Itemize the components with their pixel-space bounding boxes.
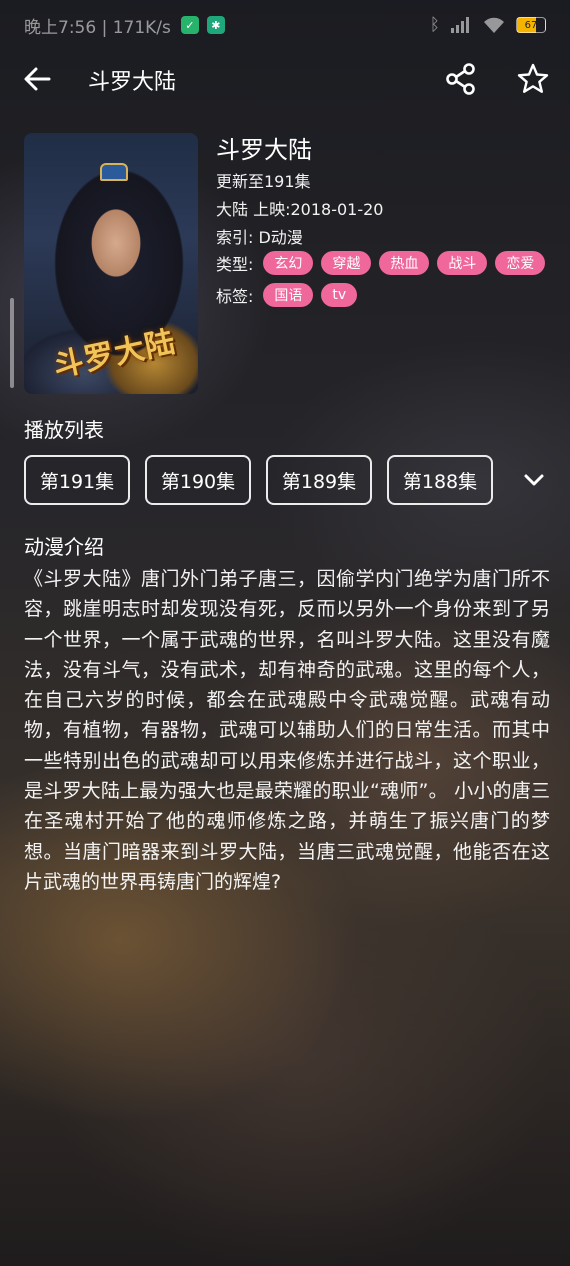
index-label: 索引: D动漫: [216, 228, 303, 247]
episode-button[interactable]: 第188集: [387, 455, 493, 505]
signal-icon: [451, 17, 469, 33]
playlist-title: 播放列表: [24, 418, 104, 442]
genre-row: 类型: 玄幻 穿越 热血 战斗 恋爱: [216, 251, 553, 275]
intro-text: 《斗罗大陆》唐门外门弟子唐三，因偷学内门绝学为唐门所不容，跳崖明志时却发现没有死…: [24, 568, 550, 893]
region-release-date: 大陆 上映:2018-01-20: [216, 200, 384, 219]
back-arrow-icon[interactable]: [22, 64, 52, 94]
genre-tag[interactable]: 战斗: [437, 251, 488, 275]
poster-logo-text: 斗罗大陆: [50, 324, 180, 385]
app-header: 斗罗大陆: [0, 50, 570, 110]
share-icon[interactable]: [444, 62, 478, 96]
status-bar: 晚上7:56 | 171K/s ✓ ✱ ᛒ 67: [0, 0, 570, 50]
genre-tag[interactable]: 恋爱: [495, 251, 546, 275]
anime-poster[interactable]: 斗罗大陆: [24, 133, 198, 394]
scroll-indicator: [10, 298, 14, 388]
poster-hair-crown: [100, 163, 128, 181]
genre-tag[interactable]: 穿越: [321, 251, 372, 275]
shield-icon: ✓: [180, 16, 199, 34]
wifi-icon: [484, 17, 504, 33]
episode-button[interactable]: 第189集: [266, 455, 372, 505]
battery-indicator: 67: [516, 17, 546, 33]
genre-tag[interactable]: 玄幻: [263, 251, 314, 275]
app-icon: ✱: [206, 16, 225, 34]
update-status: 更新至191集: [216, 172, 311, 191]
episode-list: 第191集 第190集 第189集 第188集: [24, 455, 500, 505]
intro-title: 动漫介绍: [24, 535, 104, 559]
episode-button[interactable]: 第190集: [145, 455, 251, 505]
tag-chip[interactable]: tv: [321, 283, 358, 307]
status-text: 晚上7:56 | 171K/s: [24, 17, 171, 38]
tags-row: 标签: 国语 tv: [216, 283, 365, 307]
tags-label: 标签:: [216, 287, 254, 306]
page-title: 斗罗大陆: [88, 70, 177, 95]
favorite-star-icon[interactable]: [516, 62, 550, 96]
anime-title: 斗罗大陆: [216, 136, 312, 164]
genre-label: 类型:: [216, 255, 254, 274]
genre-tag[interactable]: 热血: [379, 251, 430, 275]
episode-button[interactable]: 第191集: [24, 455, 130, 505]
chevron-down-icon[interactable]: [520, 466, 548, 494]
bluetooth-icon: ᛒ: [429, 15, 440, 35]
tag-chip[interactable]: 国语: [263, 283, 314, 307]
